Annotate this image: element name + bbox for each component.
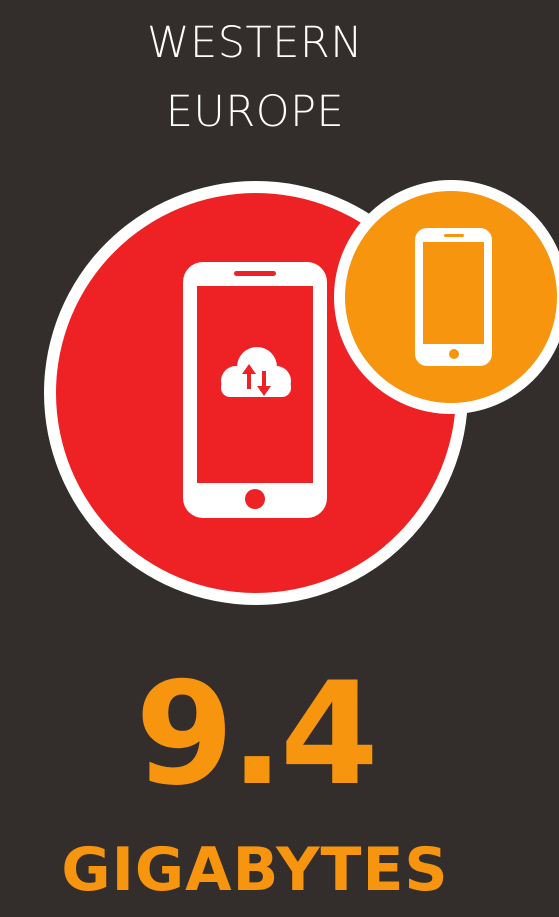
stat-unit: GIGABYTES [61,835,449,905]
stat-value: 9.4 [135,652,379,817]
smartphone-icon [415,228,492,366]
smartphone-cloud-transfer-icon [183,262,327,518]
